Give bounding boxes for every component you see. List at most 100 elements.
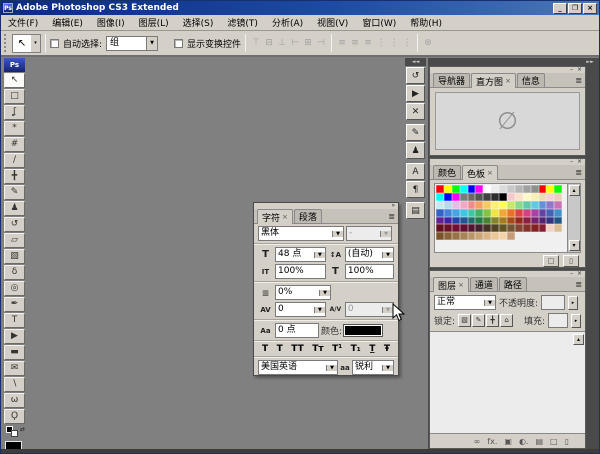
distribute-horizontal-centers-icon[interactable]: ⋮ [388,38,400,48]
menu-item[interactable]: 滤镜(T) [220,15,265,30]
color-swatch[interactable] [452,224,460,232]
color-swatch[interactable] [546,185,554,193]
color-swatch[interactable] [444,201,452,209]
swap-colors-icon[interactable]: ⇄ [20,426,25,433]
color-swatch[interactable] [531,193,539,201]
menu-item[interactable]: 图像(I) [90,15,132,30]
panel-minimize-button[interactable]: – [570,159,573,165]
color-swatch[interactable] [499,201,507,209]
distribute-vertical-centers-icon[interactable]: ≡ [349,38,361,48]
menu-item[interactable]: 选择(S) [176,15,221,30]
link-layers-button[interactable]: ∞ [474,437,481,446]
color-swatch[interactable] [436,232,444,240]
color-swatch[interactable] [499,217,507,225]
color-swatch[interactable] [531,209,539,217]
all-caps-button[interactable]: TT [291,344,304,354]
color-swatch[interactable] [460,224,468,232]
color-swatch[interactable] [436,217,444,225]
tab-character[interactable]: 字符 × [257,209,293,224]
path-selection-tool[interactable]: ▶ [4,329,25,344]
type-tool[interactable]: T [4,313,25,328]
panel-menu-icon[interactable]: ≣ [575,168,582,177]
history-panel-icon[interactable]: ↺ [406,67,425,84]
tab-channels[interactable]: 通道 [470,277,498,291]
tool-presets-panel-icon[interactable]: ✕ [406,103,425,120]
tab-close-icon[interactable]: × [505,77,511,85]
color-swatch[interactable] [468,224,476,232]
lock-image-pixels-icon[interactable]: ✎ [472,314,485,327]
align-left-edges-icon[interactable]: ⊢ [289,38,301,48]
color-swatch[interactable] [515,209,523,217]
lock-transparent-pixels-icon[interactable]: ▧ [458,314,471,327]
clone-stamp-tool[interactable]: ♟ [4,201,25,216]
color-swatch[interactable] [554,224,562,232]
panel-menu-icon[interactable]: ≣ [575,280,582,289]
color-swatch[interactable] [546,224,554,232]
color-swatch[interactable] [523,209,531,217]
toolbox-ps-logo-icon[interactable]: Ps [4,58,25,72]
horizontal-scale-input[interactable]: 100% [345,264,394,279]
magic-wand-tool[interactable]: * [4,121,25,136]
swatches-scrollbar[interactable]: ▴ ▾ [567,184,580,252]
panel-close-button[interactable]: × [577,67,582,73]
color-swatch[interactable] [475,217,483,225]
color-swatch[interactable] [546,217,554,225]
color-swatch[interactable] [523,185,531,193]
color-swatch[interactable] [436,193,444,201]
menu-item[interactable]: 视图(V) [310,15,355,30]
color-swatch[interactable] [452,193,460,201]
color-swatch[interactable] [468,193,476,201]
adjustment-layer-button[interactable]: ◐. [519,437,529,446]
fill-input[interactable] [548,313,568,328]
pen-tool[interactable]: ✒ [4,297,25,312]
eyedropper-tool[interactable]: ∖ [4,377,25,392]
tab-layers[interactable]: 图层 × [433,277,469,292]
move-tool[interactable]: ↖ [4,73,25,88]
actions-panel-icon[interactable]: ▶ [406,85,425,102]
color-swatch[interactable] [452,185,460,193]
color-swatch[interactable] [460,209,468,217]
color-swatch[interactable] [436,201,444,209]
close-button[interactable]: × [583,3,597,14]
tab-info[interactable]: 信息 [517,73,545,87]
color-swatch[interactable] [483,201,491,209]
distribute-left-edges-icon[interactable]: ⋮ [375,38,387,48]
color-swatch[interactable] [491,185,499,193]
dock-collapse-icon[interactable]: ►► [428,58,599,66]
tab-swatches[interactable]: 色板 × [462,165,498,180]
color-swatch[interactable] [436,209,444,217]
color-swatch[interactable] [523,193,531,201]
tab-close-icon[interactable]: × [487,169,493,177]
tab-close-icon[interactable]: × [282,213,288,221]
color-swatch[interactable] [452,217,460,225]
color-swatch[interactable] [499,193,507,201]
color-swatch[interactable] [483,209,491,217]
color-swatch[interactable] [444,185,452,193]
add-layer-mask-button[interactable]: ▣ [504,437,512,446]
color-swatch[interactable] [452,232,460,240]
rectangular-marquee-tool[interactable]: □ [4,89,25,104]
color-swatch[interactable] [460,193,468,201]
color-swatch[interactable] [436,185,444,193]
tab-close-icon[interactable]: × [458,281,464,289]
color-swatch[interactable] [491,193,499,201]
color-swatch[interactable] [483,217,491,225]
color-swatch[interactable] [468,209,476,217]
color-swatch[interactable] [507,193,515,201]
color-swatch[interactable] [554,193,562,201]
distribute-right-edges-icon[interactable]: ⋮ [401,38,413,48]
underline-button[interactable]: T̲ [369,344,375,354]
auto-select-checkbox[interactable] [50,39,59,48]
gradient-tool[interactable]: ▧ [4,249,25,264]
color-swatch[interactable] [475,201,483,209]
align-vertical-centers-icon[interactable]: ⊟ [263,38,275,48]
menu-item[interactable]: 编辑(E) [45,15,90,30]
align-horizontal-centers-icon[interactable]: ⊞ [302,38,314,48]
color-swatch[interactable] [444,232,452,240]
color-swatch[interactable] [491,224,499,232]
color-swatch[interactable] [436,224,444,232]
auto-align-layers-icon[interactable]: ⊛ [422,38,434,48]
kerning-select[interactable]: 0 ▼ [345,302,394,317]
menu-item[interactable]: 帮助(H) [403,15,449,30]
panel-minimize-button[interactable]: – [570,67,573,73]
